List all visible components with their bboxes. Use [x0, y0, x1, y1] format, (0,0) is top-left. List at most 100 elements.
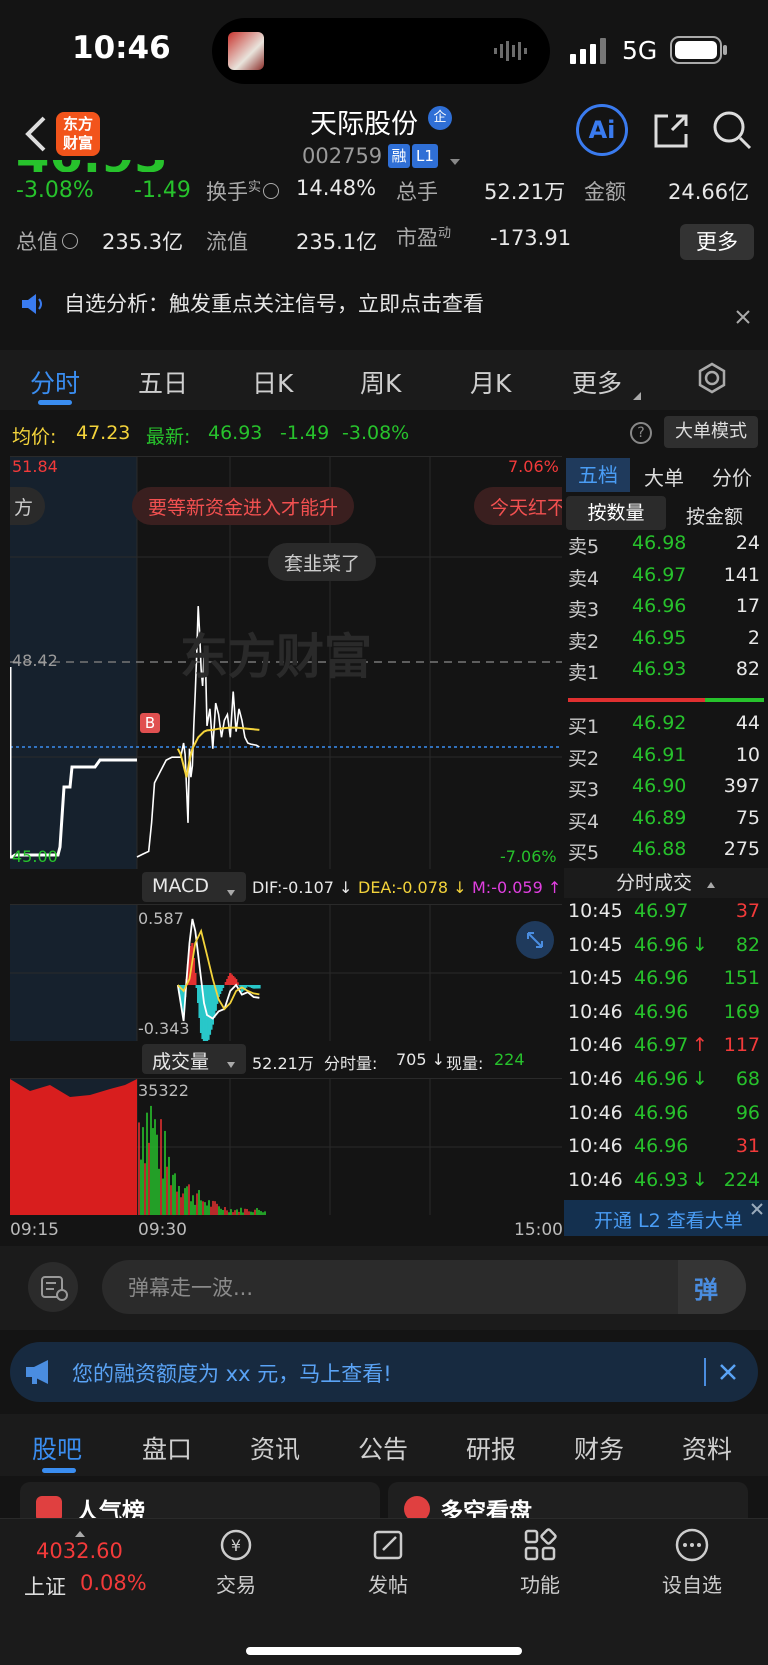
- tab-intraday[interactable]: 分时: [30, 364, 80, 400]
- tab-guba[interactable]: 股吧: [32, 1430, 82, 1466]
- notice-bar[interactable]: 自选分析：触发重点关注信号，立即点击查看: [0, 284, 768, 348]
- volume-svg: [10, 1079, 562, 1215]
- tab-monthly-k[interactable]: 月K: [470, 364, 511, 400]
- bid-row[interactable]: 买1 46.92 44: [564, 712, 764, 742]
- side-tab-5level[interactable]: 五档: [566, 458, 630, 492]
- side-tab-bigorder[interactable]: 大单: [644, 462, 684, 491]
- pct-min-label: -7.06%: [500, 847, 557, 866]
- turnover-sup: 实: [248, 180, 262, 195]
- last-label: 最新:: [146, 426, 191, 448]
- close-icon[interactable]: [734, 308, 752, 326]
- card-popularity[interactable]: 人气榜: [20, 1482, 380, 1518]
- nav-trade[interactable]: ¥ 交易: [196, 1527, 276, 1607]
- trade-price: 46.96: [634, 1000, 689, 1023]
- nav-post[interactable]: 发帖: [348, 1527, 428, 1607]
- promo-banner[interactable]: 您的融资额度为 xx 元，马上查看!: [10, 1342, 758, 1402]
- pe-label: 市盈动: [396, 222, 451, 252]
- send-danmaku-button[interactable]: 弹: [678, 1260, 746, 1314]
- mktcap-value: 235.3亿: [102, 230, 184, 254]
- bid-row[interactable]: 买3 46.90 397: [564, 775, 764, 805]
- tab-weekly-k[interactable]: 周K: [360, 364, 401, 400]
- promo-close-icon[interactable]: [718, 1362, 738, 1382]
- enterprise-badge: 企: [428, 106, 452, 130]
- tab-profile[interactable]: 资料: [682, 1430, 732, 1466]
- battery-icon: [670, 36, 728, 64]
- megaphone-icon: [24, 1358, 56, 1386]
- info-icon[interactable]: [62, 233, 78, 249]
- minute-vol-label: 分时量:: [324, 1054, 378, 1073]
- trade-arrow: ↓: [692, 1168, 708, 1191]
- logo-text-1: 东方: [62, 115, 93, 133]
- subtab-by-qty[interactable]: 按数量: [566, 496, 666, 530]
- ask-price: 46.93: [632, 658, 687, 680]
- info-icon[interactable]: [263, 183, 280, 199]
- search-icon[interactable]: [710, 108, 754, 152]
- comment-input[interactable]: 弹幕走一波... 弹: [102, 1260, 746, 1314]
- buy-marker[interactable]: B: [140, 713, 160, 733]
- ask-label: 卖2: [568, 630, 600, 653]
- bid-label: 买2: [568, 747, 600, 770]
- home-indicator: [246, 1647, 522, 1655]
- tab-daily-k[interactable]: 日K: [252, 364, 293, 400]
- macd-min-label: -0.343: [138, 1019, 190, 1038]
- bid-row[interactable]: 买5 46.88 275: [564, 838, 764, 868]
- ask-row[interactable]: 卖3 46.96 17: [564, 595, 764, 625]
- tab-pankou[interactable]: 盘口: [142, 1430, 192, 1466]
- expand-icon[interactable]: [516, 921, 554, 959]
- price-chart[interactable]: 51.84 48.42 45.00 7.06% -7.06% 东方财富 方 要等…: [10, 456, 562, 869]
- card-longshort[interactable]: 多空看盘: [388, 1482, 748, 1518]
- x-label-close: 15:00: [514, 1220, 563, 1240]
- ask-row[interactable]: 卖2 46.95 2: [564, 627, 764, 657]
- spread-bar: [568, 698, 764, 702]
- ask-qty: 82: [735, 658, 760, 680]
- volume-chart[interactable]: 35322: [10, 1078, 562, 1215]
- tab-news[interactable]: 资讯: [250, 1430, 300, 1466]
- bid-row[interactable]: 买4 46.89 75: [564, 807, 764, 837]
- pre-market-price-line: [10, 667, 137, 859]
- trade-row: 10:45 46.96 ↓ 82: [568, 934, 764, 966]
- settings-icon[interactable]: [696, 362, 728, 394]
- bid-price: 46.90: [632, 775, 687, 797]
- share-icon[interactable]: [650, 110, 692, 152]
- fire-icon: [36, 1496, 62, 1518]
- macd-chart[interactable]: 0.587 -0.343: [10, 904, 562, 1041]
- ai-button[interactable]: Ai: [576, 104, 628, 156]
- tab-more[interactable]: 更多: [572, 364, 622, 400]
- turnover-value: 14.48%: [296, 176, 377, 200]
- tab-5day[interactable]: 五日: [138, 364, 188, 400]
- trades-title[interactable]: 分时成交: [564, 868, 768, 898]
- l2-banner[interactable]: 开通 L2 查看大单: [564, 1200, 768, 1236]
- ask-row[interactable]: 卖1 46.93 82: [564, 658, 764, 688]
- danmaku-toggle-icon[interactable]: [28, 1262, 78, 1312]
- dynamic-island: [212, 18, 550, 84]
- nav-watchlist[interactable]: 设自选: [652, 1527, 732, 1607]
- volume-selector[interactable]: 成交量: [142, 1044, 246, 1074]
- trade-qty: 151: [723, 967, 760, 990]
- y-max-label: 51.84: [12, 457, 58, 476]
- ask-row[interactable]: 卖4 46.97 141: [564, 564, 764, 594]
- big-order-mode-button[interactable]: 大单模式: [664, 416, 758, 448]
- help-icon[interactable]: ?: [630, 422, 652, 444]
- danmaku-2: 要等新资金进入才能升: [132, 487, 355, 525]
- more-button[interactable]: 更多: [680, 224, 754, 260]
- tab-research[interactable]: 研报: [466, 1430, 516, 1466]
- subtab-by-amount[interactable]: 按金额: [686, 502, 743, 529]
- index-value[interactable]: 4032.60: [36, 1539, 123, 1563]
- l2-close-icon[interactable]: [748, 1200, 766, 1218]
- trade-price: 46.96: [634, 933, 689, 956]
- macd-selector[interactable]: MACD: [142, 872, 246, 902]
- ask-row[interactable]: 卖5 46.98 24: [564, 532, 764, 562]
- tab-announce[interactable]: 公告: [358, 1430, 408, 1466]
- bid-row[interactable]: 买2 46.91 10: [564, 744, 764, 774]
- trade-qty: 169: [723, 1000, 760, 1023]
- side-tab-pricedist[interactable]: 分价: [712, 462, 752, 491]
- back-icon[interactable]: [22, 114, 52, 154]
- pe-sup: 动: [438, 226, 452, 241]
- tab-finance[interactable]: 财务: [574, 1430, 624, 1466]
- avg-value: 47.23: [76, 422, 131, 444]
- nav-function[interactable]: 功能: [500, 1527, 580, 1607]
- app-logo[interactable]: 东方 财富: [56, 112, 100, 156]
- ask-qty: 17: [735, 595, 760, 617]
- trade-price: 46.97: [634, 900, 689, 922]
- nav-watchlist-label: 设自选: [662, 1573, 722, 1597]
